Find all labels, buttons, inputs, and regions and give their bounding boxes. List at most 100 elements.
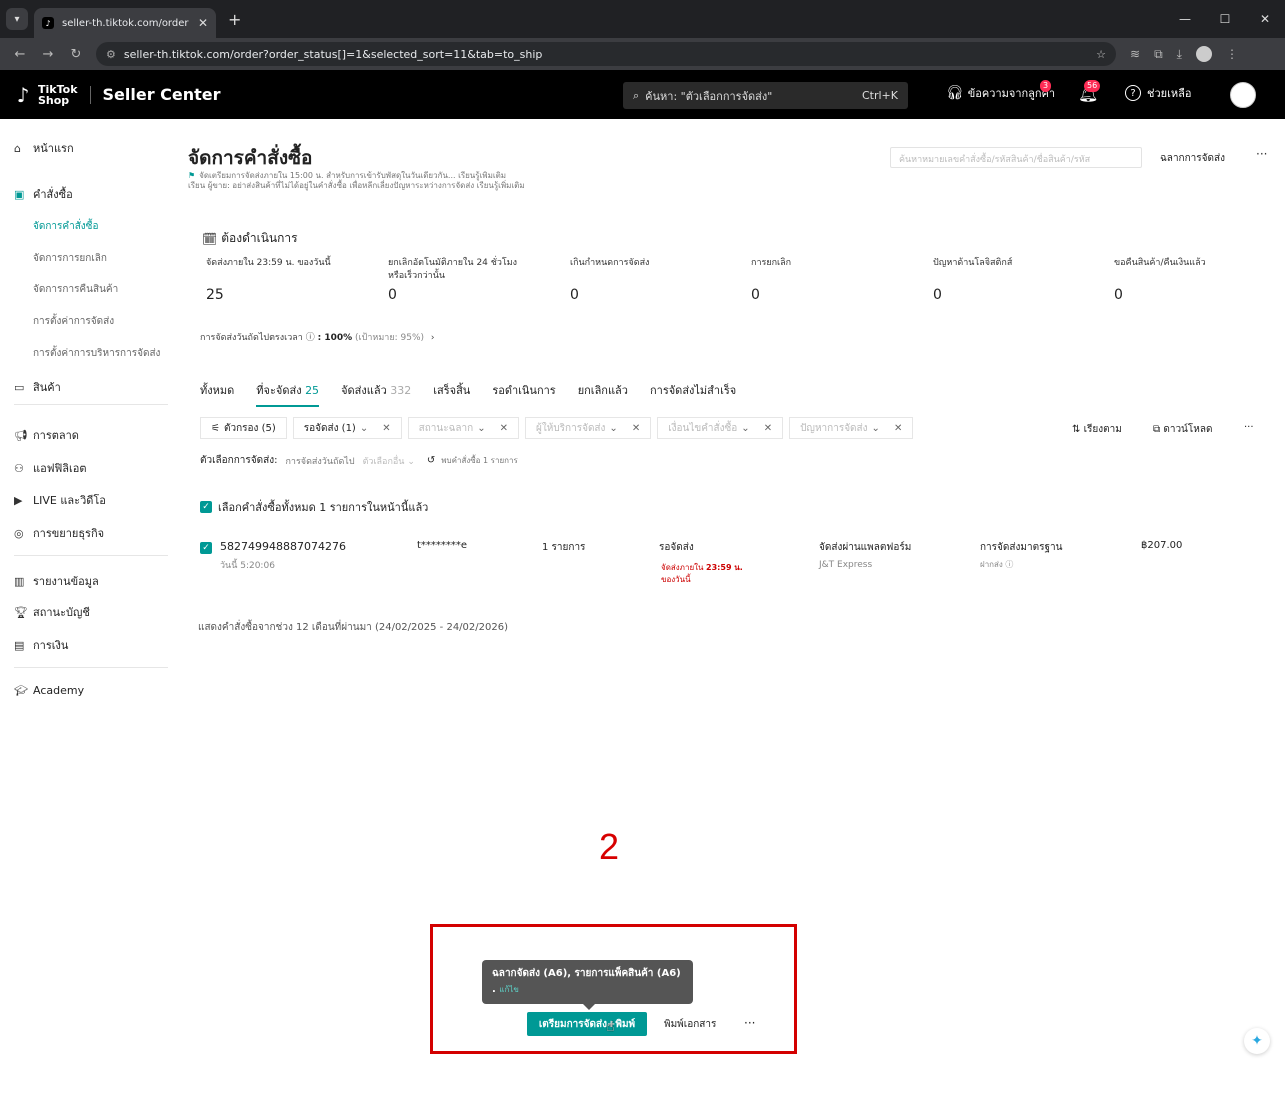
sidebar-item-orders[interactable]: ▣ คำสั่งซื้อ bbox=[14, 185, 73, 203]
minimize-icon[interactable]: — bbox=[1165, 0, 1205, 38]
tab-cancelled[interactable]: ยกเลิกแล้ว bbox=[578, 381, 628, 407]
order-status-tabs: ทั้งหมด ที่จะจัดส่ง 25 จัดส่งแล้ว 332 เส… bbox=[200, 381, 758, 407]
other-option-dropdown[interactable]: ตัวเลือกอื่น ⌄ bbox=[363, 454, 415, 468]
row-checkbox[interactable]: ✓ bbox=[200, 542, 212, 554]
sort-button[interactable]: ⇅ เรียงตาม bbox=[1072, 422, 1122, 437]
filter-count: (5) bbox=[261, 422, 276, 434]
download-icon[interactable]: ⤓ bbox=[1177, 47, 1182, 62]
sidebar-item-marketing[interactable]: 📢︎ การตลาด bbox=[14, 426, 79, 444]
bookmark-star-icon[interactable]: ☆ bbox=[1096, 48, 1106, 61]
forward-icon[interactable]: → bbox=[34, 47, 62, 62]
reset-icon[interactable]: ↺ bbox=[427, 455, 435, 466]
sidebar-item-growth[interactable]: ◎ การขยายธุรกิจ bbox=[14, 524, 104, 542]
select-all-row: ✓ เลือกคำสั่งซื้อทั้งหมด 1 รายการในหน้าน… bbox=[200, 498, 428, 516]
back-icon[interactable]: ← bbox=[6, 47, 34, 62]
provider-dropdown[interactable]: ผู้ให้บริการจัดส่ง ⌄ ✕ bbox=[524, 417, 652, 439]
sidebar-sub-cancellations[interactable]: จัดการการยกเลิก bbox=[33, 251, 107, 266]
status-filter-dropdown[interactable]: รอจัดส่ง (1) ⌄ ✕ bbox=[292, 417, 402, 439]
sidebar-sub-shipping-management[interactable]: การตั้งค่าการบริหารการจัดส่ง bbox=[33, 346, 160, 361]
stat-card[interactable]: การยกเลิก 0 bbox=[751, 257, 921, 303]
site-info-icon[interactable]: ⚙ bbox=[106, 48, 116, 61]
notifications-button[interactable]: 🔔︎ 56 bbox=[1078, 80, 1101, 103]
tab-label: ทั้งหมด bbox=[200, 384, 235, 397]
tiktok-favicon-icon: ♪ bbox=[42, 17, 54, 29]
browser-tab[interactable]: ♪ seller-th.tiktok.com/order ✕ bbox=[34, 8, 216, 38]
sidebar-divider bbox=[14, 404, 168, 405]
extensions-puzzle-icon[interactable]: ⧉ bbox=[1154, 47, 1163, 62]
stat-card[interactable]: จัดส่งภายใน 23:59 น. ของวันนี้ 25 bbox=[206, 257, 376, 303]
more-actions-button[interactable]: ··· bbox=[744, 1016, 755, 1030]
more-options-icon[interactable]: ··· bbox=[1256, 147, 1267, 161]
clear-filter-icon[interactable]: ✕ bbox=[894, 423, 902, 434]
close-window-icon[interactable]: ✕ bbox=[1245, 0, 1285, 38]
sidebar-sub-shipping-settings[interactable]: การตั้งค่าการจัดส่ง bbox=[33, 314, 114, 329]
tab-to-ship[interactable]: ที่จะจัดส่ง 25 bbox=[256, 381, 320, 407]
stat-card[interactable]: เกินกำหนดการจัดส่ง 0 bbox=[570, 257, 740, 303]
sidebar-divider bbox=[14, 555, 168, 556]
sidebar-item-live-video[interactable]: ▶ LIVE และวิดีโอ bbox=[14, 491, 106, 509]
tab-pending[interactable]: รอดำเนินการ bbox=[492, 381, 555, 407]
global-search[interactable]: ⌕ ค้นหา: "ตัวเลือกการจัดส่ง" Ctrl+K bbox=[623, 82, 908, 109]
sidebar-item-finance[interactable]: ▤ การเงิน bbox=[14, 636, 68, 654]
help-button[interactable]: ? ช่วยเหลือ bbox=[1125, 84, 1191, 102]
tab-search-icon[interactable]: ▾ bbox=[6, 8, 28, 30]
filter-button[interactable]: ⚟ ตัวกรอง (5) bbox=[200, 417, 287, 439]
sidebar-item-products[interactable]: ▭ สินค้า bbox=[14, 378, 61, 396]
filter-value: เงื่อนไขคำสั่งซื้อ bbox=[668, 422, 738, 434]
address-bar[interactable]: ⚙ seller-th.tiktok.com/order?order_statu… bbox=[96, 42, 1116, 66]
stat-label: ยกเลิกอัตโนมัติภายใน 24 ชั่วโมงหรือเร็วก… bbox=[388, 258, 518, 281]
sidebar-item-data-report[interactable]: ▥ รายงานข้อมูล bbox=[14, 572, 99, 590]
order-id[interactable]: 582749948887074276 bbox=[220, 540, 346, 553]
sidebar-item-home[interactable]: ⌂ หน้าแรก bbox=[14, 139, 74, 157]
tab-shipped[interactable]: จัดส่งแล้ว 332 bbox=[341, 381, 411, 407]
clear-filter-icon[interactable]: ✕ bbox=[382, 423, 390, 434]
stat-card[interactable]: ขอคืนสินค้า/คืนเงินแล้ว 0 bbox=[1114, 257, 1284, 303]
tab-completed[interactable]: เสร็จสิ้น bbox=[433, 381, 470, 407]
shipping-labels-link[interactable]: ฉลากการจัดส่ง bbox=[1160, 151, 1225, 166]
browser-menu-icon[interactable]: ⋮ bbox=[1226, 47, 1238, 61]
stat-label: จัดส่งภายใน 23:59 น. ของวันนี้ bbox=[206, 258, 331, 268]
profile-avatar[interactable] bbox=[1195, 46, 1212, 62]
ontime-metric[interactable]: การจัดส่งวันถัดไปตรงเวลา ⓘ : 100% (เป้าห… bbox=[200, 330, 435, 344]
tab-label: รอดำเนินการ bbox=[492, 384, 556, 397]
new-tab-icon[interactable]: + bbox=[228, 10, 241, 29]
close-tab-icon[interactable]: ✕ bbox=[198, 16, 208, 30]
tab-failed-delivery[interactable]: การจัดส่งไม่สำเร็จ bbox=[650, 381, 736, 407]
order-condition-dropdown[interactable]: เงื่อนไขคำสั่งซื้อ ⌄ ✕ bbox=[657, 417, 784, 439]
prepare-ship-print-button[interactable]: เตรียมการจัดส่ง+พิมพ์ bbox=[527, 1012, 647, 1036]
filter-more-icon[interactable]: ··· bbox=[1244, 422, 1254, 433]
table-row[interactable]: ✓ 582749948887074276 วันนี้ 5:20:06 t***… bbox=[200, 538, 1260, 590]
extension-icon[interactable]: ≋ bbox=[1130, 47, 1140, 61]
maximize-icon[interactable]: ☐ bbox=[1205, 0, 1245, 38]
sidebar-item-affiliate[interactable]: ⚇ แอฟฟิลิเอต bbox=[14, 459, 87, 477]
sidebar-sub-manage-orders[interactable]: จัดการคำสั่งซื้อ bbox=[33, 219, 98, 234]
tab-all[interactable]: ทั้งหมด bbox=[200, 381, 234, 407]
home-icon: ⌂ bbox=[14, 141, 21, 155]
sidebar-item-account-health[interactable]: 🏆︎ สถานะบัญชี bbox=[14, 603, 90, 621]
label-status-dropdown[interactable]: สถานะฉลาก ⌄ ✕ bbox=[407, 417, 519, 439]
clear-filter-icon[interactable]: ✕ bbox=[764, 423, 772, 434]
stat-card[interactable]: ยกเลิกอัตโนมัติภายใน 24 ชั่วโมงหรือเร็วก… bbox=[388, 257, 528, 303]
sidebar-sub-returns[interactable]: จัดการการคืนสินค้า bbox=[33, 282, 118, 297]
tooltip-edit-link[interactable]: แก้ไข bbox=[499, 985, 519, 994]
reload-icon[interactable]: ↻ bbox=[62, 47, 90, 62]
stat-card[interactable]: ปัญหาด้านโลจิสติกส์ 0 bbox=[933, 257, 1103, 303]
brand-line2: Shop bbox=[38, 93, 70, 107]
customer-messages-button[interactable]: 🎧︎ ข้อความจากลูกค้า 3 bbox=[946, 80, 1055, 102]
order-search-input[interactable]: ค้นหาหมายเลขคำสั่งซื้อ/รหัสสินค้า/ชื่อสิ… bbox=[890, 147, 1142, 168]
clear-filter-icon[interactable]: ✕ bbox=[632, 423, 640, 434]
sidebar-item-academy[interactable]: 🎓︎ Academy bbox=[14, 684, 84, 697]
brand-logo[interactable]: TikTok Shop bbox=[38, 84, 78, 106]
shipping-issue-dropdown[interactable]: ปัญหาการจัดส่ง ⌄ ✕ bbox=[789, 417, 914, 439]
item-count[interactable]: 1 รายการ bbox=[542, 540, 585, 555]
tab-label: จัดส่งแล้ว bbox=[341, 384, 387, 397]
buyer-name[interactable]: t********e bbox=[417, 540, 467, 551]
ai-assistant-sparkle-icon[interactable]: ✦ bbox=[1244, 1028, 1270, 1054]
user-avatar[interactable] bbox=[1230, 82, 1256, 108]
filter-value: ผู้ให้บริการจัดส่ง bbox=[535, 422, 606, 434]
select-all-checkbox[interactable]: ✓ bbox=[200, 501, 212, 513]
print-documents-button[interactable]: พิมพ์เอกสาร bbox=[664, 1017, 716, 1032]
next-day-option[interactable]: การจัดส่งวันถัดไป bbox=[285, 454, 354, 468]
download-button[interactable]: ⧉ ดาวน์โหลด bbox=[1153, 422, 1212, 437]
clear-filter-icon[interactable]: ✕ bbox=[500, 423, 508, 434]
